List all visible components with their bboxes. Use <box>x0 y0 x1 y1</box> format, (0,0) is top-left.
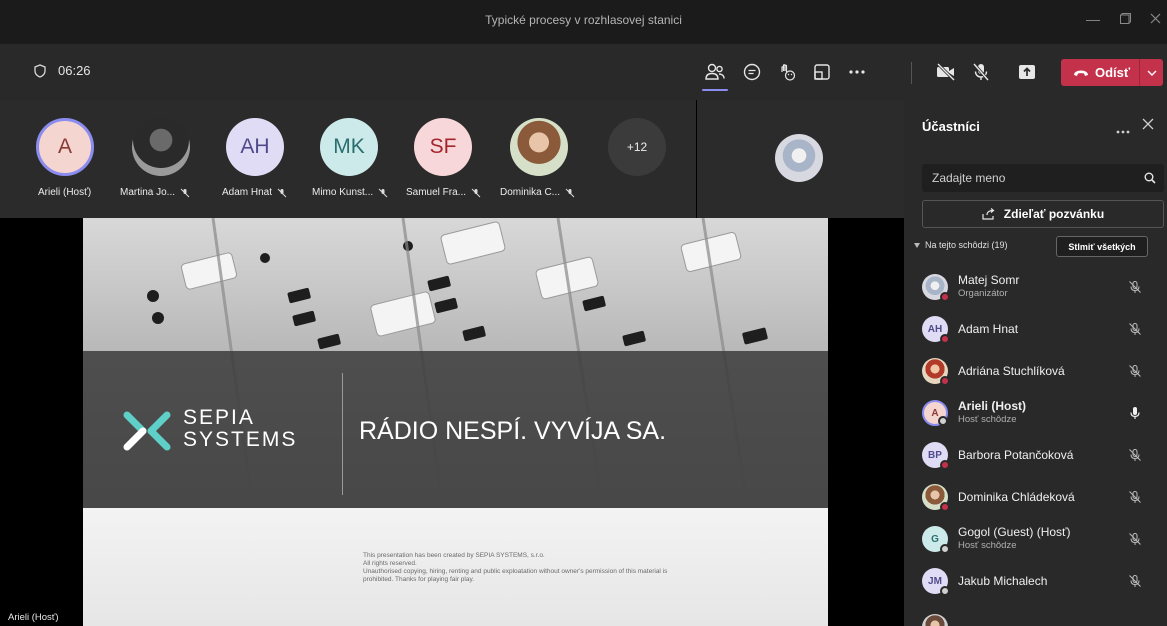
mic-off-icon <box>277 188 287 197</box>
mic-off-icon <box>1129 281 1141 293</box>
camera-off-icon[interactable] <box>932 58 960 86</box>
mic-off-icon <box>1129 365 1141 377</box>
mic-off-icon <box>1129 491 1141 503</box>
avatar: JM <box>922 568 950 596</box>
share-label: Zdieľať pozvánku <box>1003 207 1105 221</box>
leave-label: Odísť <box>1095 65 1131 80</box>
participant-row[interactable]: JM Jakub Michalech <box>904 560 1167 602</box>
leave-button[interactable]: Odísť <box>1061 59 1163 86</box>
more-options-icon[interactable] <box>1116 121 1130 139</box>
overflow-count: +12 <box>608 118 666 176</box>
people-icon[interactable] <box>701 58 729 86</box>
mic-off-icon <box>180 188 190 197</box>
meeting-timer: 06:26 <box>34 63 91 78</box>
mute-all-button[interactable]: Stlmiť všetkých <box>1056 236 1148 257</box>
self-view-label: Arieli (Hosť) <box>8 612 59 623</box>
mic-off-icon <box>471 188 481 197</box>
leave-main[interactable]: Odísť <box>1061 65 1139 80</box>
share-icon <box>982 208 995 220</box>
organizer-tile[interactable] <box>697 100 904 218</box>
participants-panel: Účastníci Zadajte meno Zdieľať pozvánku … <box>904 100 1167 626</box>
reactions-icon[interactable] <box>773 58 801 86</box>
participant-label: Samuel Fra... <box>406 187 481 198</box>
window-title: Typické procesy v rozhlasovej stanici <box>485 13 682 27</box>
participant-row[interactable]: Dominika Chládeková <box>904 476 1167 518</box>
participant-row[interactable]: Matej Somr Organizátor <box>904 266 1167 308</box>
share-screen-icon[interactable] <box>1013 58 1041 86</box>
participant-tile[interactable]: Martina Jo... <box>120 100 212 218</box>
avatar: AH <box>226 118 284 176</box>
avatar-photo <box>922 614 948 626</box>
avatar: AH <box>922 316 950 344</box>
hang-up-icon <box>1074 70 1088 76</box>
panel-title: Účastníci <box>922 119 980 134</box>
search-placeholder: Zadajte meno <box>932 171 1006 185</box>
participant-row[interactable]: G Gogol (Guest) (Hosť) Hosť schôdze <box>904 518 1167 560</box>
participant-row[interactable]: A Arieli (Host) Hosť schôdze <box>904 392 1167 434</box>
avatar-photo <box>510 118 568 176</box>
avatar-photo <box>132 118 190 176</box>
close-window-icon[interactable] <box>1140 11 1167 27</box>
search-icon <box>1144 172 1156 184</box>
close-icon[interactable] <box>1142 117 1154 135</box>
sepia-logo-icon <box>123 411 171 451</box>
participant-strip: A Arieli (Hosť) Martina Jo... AH Adam Hn… <box>0 100 696 218</box>
avatar-photo <box>922 484 950 512</box>
caret-down-icon <box>914 242 920 248</box>
participant-tile[interactable]: MK Mimo Kunst... <box>310 100 402 218</box>
participant-row[interactable]: Adriána Stuchlíková <box>904 350 1167 392</box>
participant-label: Adam Hnat <box>222 187 287 198</box>
section-header[interactable]: Na tejto schôdzi (19) <box>914 240 1008 250</box>
avatar: BP <box>922 442 950 470</box>
participant-tile[interactable]: Dominika C... <box>500 100 592 218</box>
overflow-tile[interactable]: +12 <box>598 100 690 218</box>
participant-row-partial[interactable] <box>904 606 1167 626</box>
active-tab-indicator <box>702 89 728 91</box>
avatar-photo <box>775 134 823 182</box>
toolbar-divider <box>911 62 912 84</box>
legal-notice: This presentation has been created by SE… <box>363 552 668 583</box>
rooms-icon[interactable] <box>808 58 836 86</box>
slide-footer: This presentation has been created by SE… <box>83 508 828 626</box>
mic-off-icon <box>1129 449 1141 461</box>
search-input[interactable]: Zadajte meno <box>922 164 1164 192</box>
shield-icon <box>34 63 46 78</box>
shared-presentation: SEPIA SYSTEMS RÁDIO NESPÍ. VYVÍJA SA. Th… <box>83 218 828 626</box>
mic-off-icon[interactable] <box>967 58 995 86</box>
mic-off-icon <box>565 188 575 197</box>
mic-off-icon <box>1129 533 1141 545</box>
participant-label: Mimo Kunst... <box>312 187 388 198</box>
avatar: G <box>922 526 950 554</box>
mic-off-icon <box>1129 575 1141 587</box>
avatar: MK <box>320 118 378 176</box>
title-banner: SEPIA SYSTEMS RÁDIO NESPÍ. VYVÍJA SA. <box>83 351 828 509</box>
chat-icon[interactable] <box>738 58 766 86</box>
participant-label: Arieli (Hosť) <box>38 187 92 198</box>
title-bar: Typické procesy v rozhlasovej stanici — <box>0 0 1167 44</box>
mic-on-icon <box>1130 407 1140 419</box>
brand-name: SEPIA SYSTEMS <box>183 406 298 451</box>
avatar: A <box>36 118 94 176</box>
participant-tile[interactable]: SF Samuel Fra... <box>406 100 498 218</box>
avatar: SF <box>414 118 472 176</box>
participant-label: Dominika C... <box>500 187 575 198</box>
timer-text: 06:26 <box>58 63 91 78</box>
participant-label: Martina Jo... <box>120 187 190 198</box>
avatar-photo <box>922 274 950 302</box>
meeting-toolbar: 06:26 Odísť <box>0 44 1167 100</box>
participant-tile[interactable]: A Arieli (Hosť) <box>26 100 118 218</box>
more-options-icon[interactable] <box>843 58 871 86</box>
mic-off-icon <box>378 188 388 197</box>
participant-row[interactable]: BP Barbora Potančoková <box>904 434 1167 476</box>
slide-headline: RÁDIO NESPÍ. VYVÍJA SA. <box>359 417 667 445</box>
minimize-icon[interactable]: — <box>1078 11 1108 27</box>
avatar: A <box>922 400 948 426</box>
mic-off-icon <box>1129 323 1141 335</box>
participant-row[interactable]: AH Adam Hnat <box>904 308 1167 350</box>
participant-tile[interactable]: AH Adam Hnat <box>218 100 310 218</box>
maximize-icon[interactable] <box>1110 11 1140 27</box>
avatar-photo <box>922 358 950 386</box>
share-invite-button[interactable]: Zdieľať pozvánku <box>922 200 1164 228</box>
chevron-down-icon[interactable] <box>1140 70 1163 76</box>
